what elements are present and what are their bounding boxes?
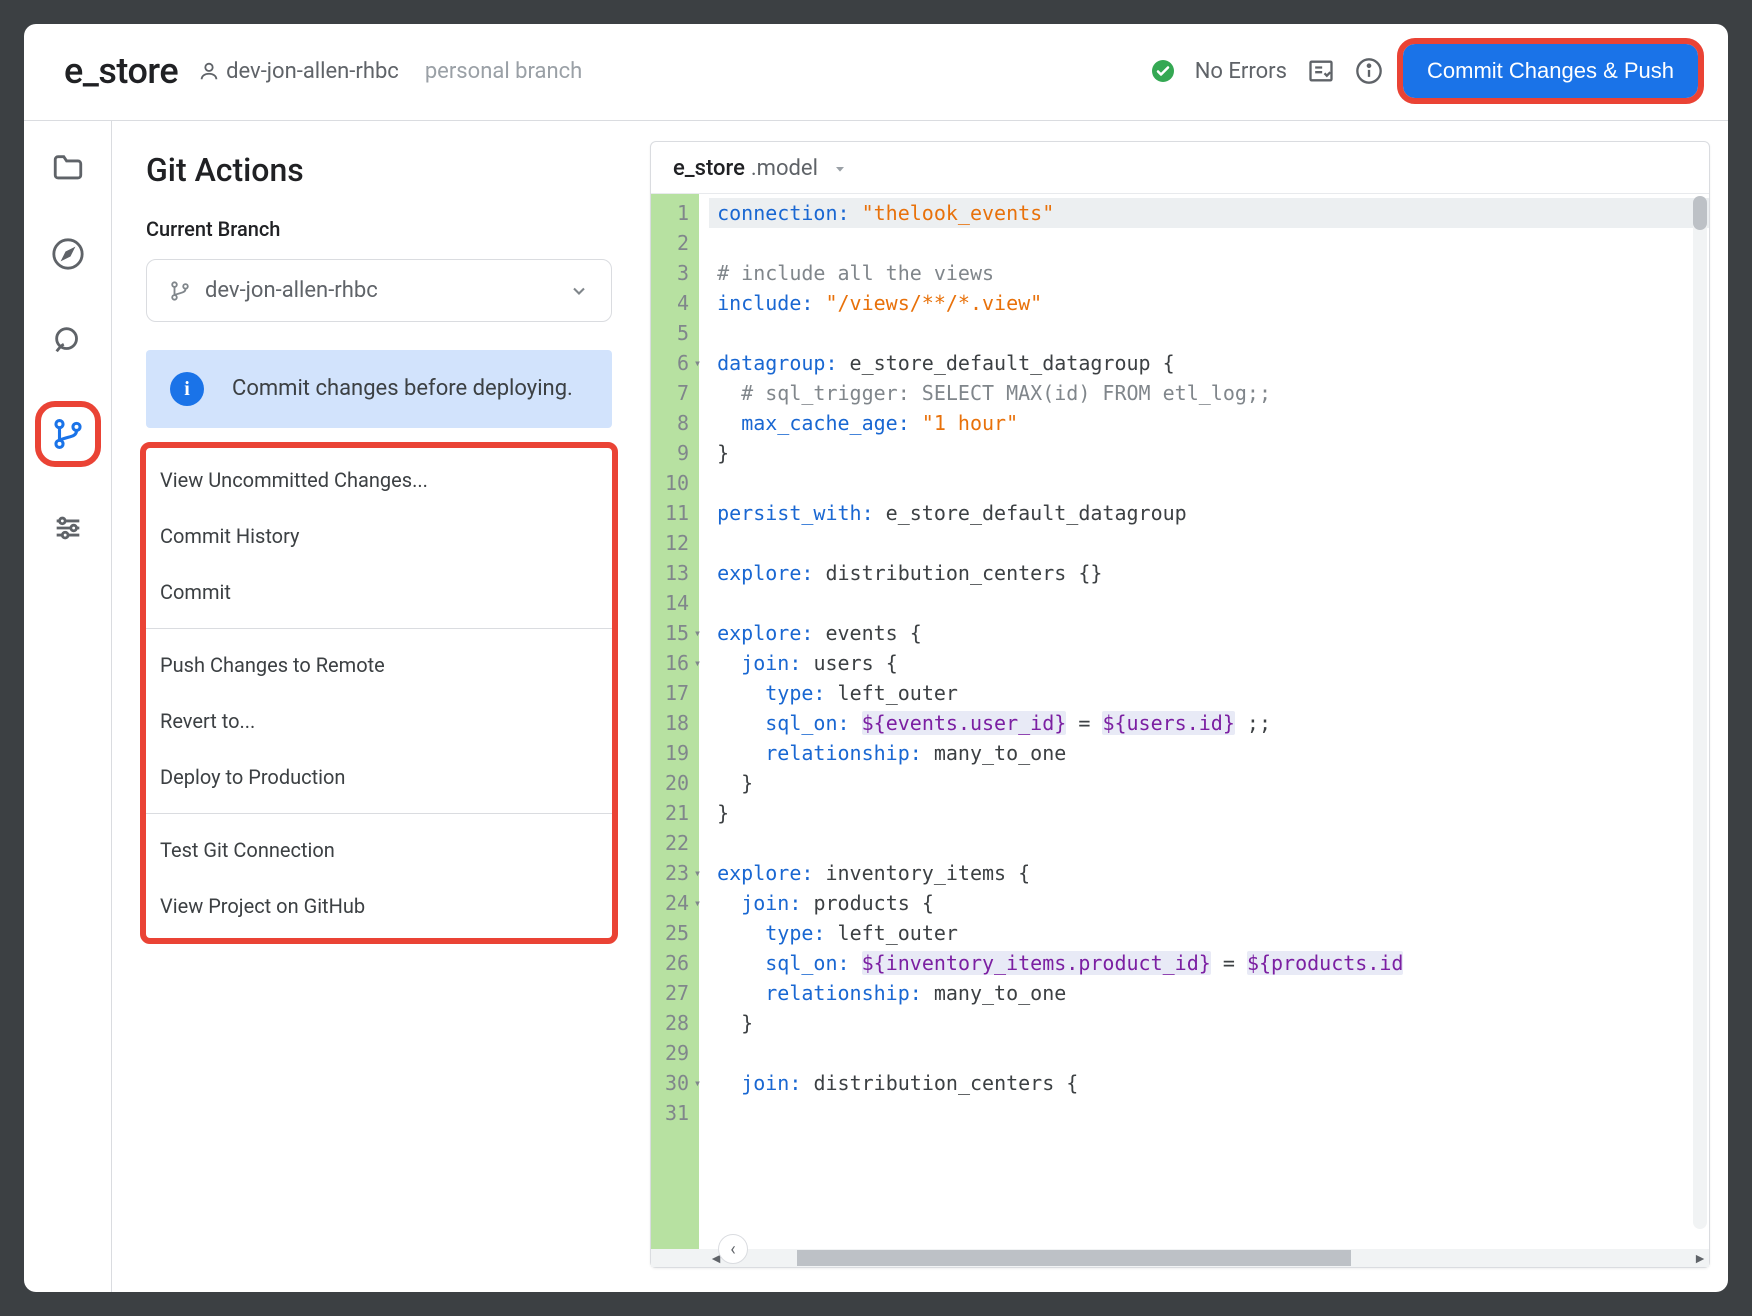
- scrollbar-h-thumb[interactable]: [797, 1250, 1351, 1266]
- git-action-item[interactable]: Deploy to Production: [146, 749, 612, 805]
- branch-type-label: personal branch: [425, 59, 582, 84]
- info-banner-text: Commit changes before deploying.: [232, 373, 573, 405]
- header: e_store dev-jon-allen-rhbc personal bran…: [24, 24, 1728, 121]
- branch-select-value: dev-jon-allen-rhbc: [205, 278, 378, 303]
- tab-name-strong: e_store: [673, 156, 745, 181]
- body: Git Actions Current Branch dev-jon-allen…: [24, 121, 1728, 1292]
- git-rail-highlight: [41, 407, 95, 461]
- editor-tab[interactable]: e_store.model: [651, 142, 1709, 194]
- person-icon: [198, 60, 220, 82]
- commit-push-button[interactable]: Commit Changes & Push: [1403, 44, 1698, 98]
- git-branch-icon[interactable]: [49, 415, 87, 453]
- project-name: e_store: [64, 50, 178, 92]
- git-action-item[interactable]: Revert to...: [146, 693, 612, 749]
- git-action-item[interactable]: Test Git Connection: [146, 822, 612, 878]
- info-icon[interactable]: [1355, 57, 1383, 85]
- scrollbar-horizontal[interactable]: ◄ ►: [651, 1249, 1709, 1267]
- editor-body[interactable]: 1234567891011121314151617181920212223242…: [651, 194, 1709, 1249]
- git-action-item[interactable]: View Project on GitHub: [146, 878, 612, 934]
- settings-icon[interactable]: [49, 509, 87, 547]
- dropdown-triangle-icon[interactable]: [832, 161, 848, 177]
- branch-select[interactable]: dev-jon-allen-rhbc: [146, 259, 612, 322]
- chevron-down-icon: [569, 281, 589, 301]
- separator: [146, 813, 612, 814]
- check-circle-icon: [1151, 59, 1175, 83]
- editor-card: e_store.model 12345678910111213141516171…: [650, 141, 1710, 1268]
- info-banner: i Commit changes before deploying.: [146, 350, 612, 428]
- status-text: No Errors: [1195, 59, 1287, 84]
- search-icon[interactable]: [49, 321, 87, 359]
- scrollbar-thumb[interactable]: [1693, 196, 1707, 230]
- editor-area: e_store.model 12345678910111213141516171…: [640, 121, 1728, 1292]
- git-action-item[interactable]: Commit History: [146, 508, 612, 564]
- scroll-right-arrow[interactable]: ►: [1691, 1250, 1709, 1267]
- folder-icon[interactable]: [49, 149, 87, 187]
- branch-indicator[interactable]: dev-jon-allen-rhbc: [198, 59, 399, 84]
- scrollbar-vertical[interactable]: [1693, 196, 1707, 1229]
- icon-rail: [24, 121, 112, 1292]
- git-actions-panel: Git Actions Current Branch dev-jon-allen…: [112, 121, 640, 968]
- current-branch-label: Current Branch: [146, 217, 612, 241]
- list-check-icon[interactable]: [1307, 57, 1335, 85]
- git-actions-list: View Uncommitted Changes...Commit Histor…: [146, 448, 612, 938]
- git-action-item[interactable]: Commit: [146, 564, 612, 620]
- git-action-item[interactable]: View Uncommitted Changes...: [146, 452, 612, 508]
- side-panel-wrap: Git Actions Current Branch dev-jon-allen…: [112, 121, 640, 1292]
- tab-name-suffix: .model: [751, 156, 818, 181]
- compass-icon[interactable]: [49, 235, 87, 273]
- separator: [146, 628, 612, 629]
- code-content[interactable]: connection: "thelook_events"# include al…: [699, 194, 1709, 1249]
- app-window: e_store dev-jon-allen-rhbc personal bran…: [24, 24, 1728, 1292]
- line-gutter: 1234567891011121314151617181920212223242…: [651, 194, 699, 1249]
- git-branch-small-icon: [169, 280, 191, 302]
- git-action-item[interactable]: Push Changes to Remote: [146, 637, 612, 693]
- info-badge-icon: i: [170, 372, 204, 406]
- panel-title: Git Actions: [146, 151, 612, 189]
- branch-name: dev-jon-allen-rhbc: [226, 59, 399, 84]
